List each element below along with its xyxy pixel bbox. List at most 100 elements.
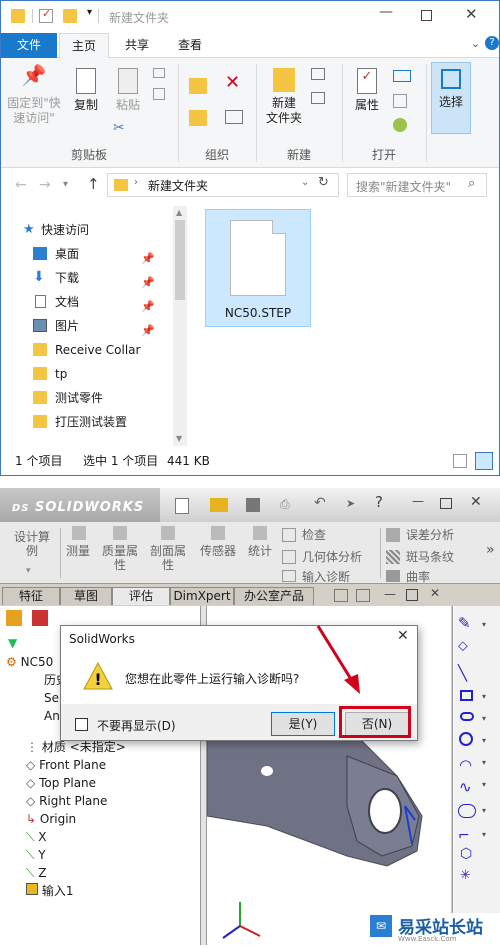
back-icon[interactable]: ← <box>15 177 27 193</box>
easy-access-icon[interactable] <box>311 92 325 104</box>
history-icon[interactable] <box>393 118 407 132</box>
statistics-button[interactable]: 统计 <box>244 544 276 558</box>
curvature-button[interactable]: 曲率 <box>406 570 430 584</box>
open-icon[interactable] <box>393 70 411 82</box>
dialog-close-button[interactable]: ✕ <box>397 628 409 644</box>
arc-icon[interactable]: ◠ <box>459 756 472 774</box>
panel-minimize-icon[interactable]: — <box>384 587 396 601</box>
paste-button[interactable]: 粘贴 <box>109 68 147 113</box>
nav-item-documents[interactable]: 文档 📌 <box>33 290 171 314</box>
line-icon[interactable]: ╲ <box>458 664 467 682</box>
chevron-down-icon[interactable]: ⌄ <box>301 177 309 188</box>
forward-icon[interactable]: → <box>39 177 51 193</box>
new-item-icon[interactable] <box>311 68 325 80</box>
select-arrow-icon[interactable]: ➤ <box>346 497 355 510</box>
tab-dimxpert[interactable]: DimXpert <box>170 587 234 605</box>
property-manager-icon[interactable] <box>32 610 48 626</box>
minimize-button[interactable]: — <box>379 4 393 20</box>
save-icon[interactable] <box>246 498 260 512</box>
tab-office-products[interactable]: 办公室产品 <box>234 587 314 605</box>
tree-axis-y[interactable]: ⟍ Y <box>26 846 46 864</box>
tab-features[interactable]: 特征 <box>2 587 60 605</box>
nav-scrollbar[interactable]: ▲ ▼ <box>173 206 187 446</box>
sw-minimize-button[interactable]: — <box>412 494 424 508</box>
nav-item-pictures[interactable]: 图片 📌 <box>33 314 171 338</box>
nav-item-tp[interactable]: tp <box>33 362 171 386</box>
undo-icon[interactable]: ↶ <box>314 495 326 511</box>
customize-toolbar-icon[interactable]: ▾ <box>87 7 92 18</box>
more-tools-icon[interactable]: » <box>486 542 495 558</box>
nav-item-test-parts[interactable]: 测试零件 <box>33 386 171 410</box>
scissors-icon[interactable]: ✂ <box>113 120 125 136</box>
tree-origin[interactable]: ↳ Origin <box>26 810 76 828</box>
design-study-button[interactable]: 设计算 例 <box>8 530 56 558</box>
polygon-icon[interactable]: ⬡ <box>460 846 472 862</box>
check-button[interactable]: 检查 <box>302 528 326 542</box>
mass-properties-button[interactable]: 质量属 性 <box>98 544 142 572</box>
nav-item-pressure-test[interactable]: 打压测试装置 <box>33 410 171 434</box>
measure-button[interactable]: 测量 <box>62 544 94 558</box>
close-button[interactable]: ✕ <box>465 5 478 23</box>
sensor-button[interactable]: 传感器 <box>196 544 240 558</box>
new-folder-button[interactable]: 新建 文件夹 <box>261 68 307 126</box>
cut-path-icon[interactable] <box>153 68 165 78</box>
tree-right-plane[interactable]: ◇ Right Plane <box>26 792 107 810</box>
tree-root[interactable]: ⚙ NC50 <box>6 653 53 671</box>
spline-icon[interactable]: ∿ <box>459 778 472 796</box>
maximize-button[interactable] <box>421 10 432 21</box>
tree-axis-z[interactable]: ⟍ Z <box>26 864 46 882</box>
sw-restore-button[interactable] <box>440 498 452 509</box>
nav-item-downloads[interactable]: ⬇ 下载 📌 <box>33 266 171 290</box>
next-panel-icon[interactable] <box>356 589 370 602</box>
tab-view[interactable]: 查看 <box>165 33 215 58</box>
smart-dimension-icon[interactable]: ⬦ <box>458 638 468 654</box>
recent-locations-icon[interactable]: ▾ <box>63 179 68 190</box>
nav-quick-access[interactable]: ★ 快速访问 <box>23 218 179 242</box>
up-icon[interactable]: ↑ <box>87 175 100 193</box>
filter-icon[interactable]: ▼ <box>8 636 17 650</box>
rectangle-icon[interactable] <box>460 690 473 701</box>
slot-icon[interactable] <box>460 712 474 721</box>
copy-path-icon[interactable] <box>153 88 165 100</box>
circle-icon[interactable] <box>459 732 473 746</box>
tree-annotations[interactable]: An <box>44 707 60 725</box>
point-icon[interactable]: ✳ <box>460 868 471 883</box>
select-button[interactable]: 选择 <box>431 62 471 134</box>
tree-import1[interactable]: 输入1 <box>26 882 73 900</box>
copy-to-icon[interactable] <box>189 110 207 126</box>
nav-item-desktop[interactable]: 桌面 📌 <box>33 242 171 266</box>
zebra-stripes-button[interactable]: 斑马条纹 <box>406 550 454 564</box>
panel-close-icon[interactable]: ✕ <box>430 586 440 600</box>
deviation-analysis-button[interactable]: 误差分析 <box>406 528 454 542</box>
ribbon-collapse-icon[interactable]: ⌄ <box>471 37 480 50</box>
help-icon[interactable]: ? <box>485 36 499 50</box>
scrollbar-thumb[interactable] <box>175 220 185 300</box>
panel-restore-icon[interactable] <box>406 589 418 601</box>
dont-show-again-checkbox[interactable] <box>75 718 88 731</box>
properties-button[interactable]: ✓ 属性 <box>347 68 387 113</box>
tab-share[interactable]: 共享 <box>113 33 161 58</box>
ellipse-icon[interactable] <box>458 804 476 818</box>
delete-icon[interactable]: ✕ <box>225 72 240 93</box>
sketch-pencil-icon[interactable]: ✎ <box>458 614 471 632</box>
rename-icon[interactable] <box>225 110 243 124</box>
tree-front-plane[interactable]: ◇ Front Plane <box>26 756 106 774</box>
move-to-icon[interactable] <box>189 78 207 94</box>
prev-panel-icon[interactable] <box>334 589 348 602</box>
properties-quick-icon[interactable]: ✓ <box>39 7 53 23</box>
sw-close-button[interactable]: ✕ <box>470 494 482 510</box>
help-icon[interactable]: ? <box>375 493 383 511</box>
fillet-icon[interactable]: ⌐ <box>458 828 470 844</box>
tree-axis-x[interactable]: ⟍ X <box>26 828 46 846</box>
address-bar[interactable]: › 新建文件夹 ⌄ ↻ <box>107 173 339 197</box>
search-input[interactable]: 搜索"新建文件夹" ⌕ <box>347 173 487 197</box>
tab-file[interactable]: 文件 <box>1 33 57 58</box>
tab-home[interactable]: 主页 <box>59 33 109 59</box>
copy-button[interactable]: 复制 <box>67 68 105 113</box>
tree-top-plane[interactable]: ◇ Top Plane <box>26 774 96 792</box>
section-properties-button[interactable]: 剖面属 性 <box>146 544 190 572</box>
large-icons-view-icon[interactable] <box>475 452 493 470</box>
refresh-icon[interactable]: ↻ <box>318 175 329 190</box>
yes-button[interactable]: 是(Y) <box>271 712 335 736</box>
feature-manager-icon[interactable] <box>6 610 22 626</box>
